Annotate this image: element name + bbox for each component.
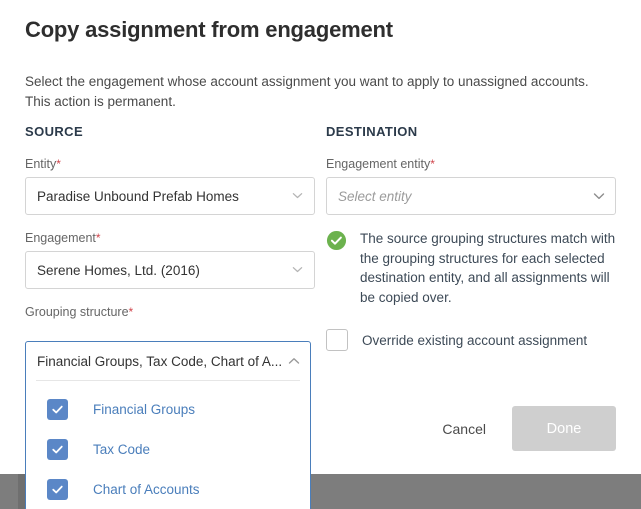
option-checkbox-checked[interactable] — [47, 399, 68, 420]
option-checkbox-checked[interactable] — [47, 439, 68, 460]
chevron-down-icon — [593, 190, 604, 201]
grouping-structure-selected-value[interactable]: Financial Groups, Tax Code, Chart of A..… — [26, 342, 310, 380]
grouping-match-info: The source grouping structures match wit… — [326, 229, 616, 307]
entity-label: Entity* — [25, 157, 315, 171]
required-asterisk: * — [129, 305, 134, 319]
source-column: SOURCE Entity* Paradise Unbound Prefab H… — [25, 124, 315, 325]
engagement-entity-label-text: Engagement entity — [326, 157, 430, 171]
option-label: Tax Code — [93, 442, 150, 457]
modal-actions: Cancel Done — [426, 406, 616, 451]
option-checkbox-checked[interactable] — [47, 479, 68, 500]
entity-select-value: Paradise Unbound Prefab Homes — [37, 189, 239, 204]
cancel-button[interactable]: Cancel — [426, 411, 502, 447]
grouping-structure-label-text: Grouping structure — [25, 305, 129, 319]
grouping-structure-combobox[interactable]: Financial Groups, Tax Code, Chart of A..… — [25, 341, 311, 509]
override-checkbox-label: Override existing account assignment — [362, 333, 587, 348]
entity-select[interactable]: Paradise Unbound Prefab Homes — [25, 177, 315, 215]
override-checkbox[interactable] — [326, 329, 348, 351]
modal-description: Select the engagement whose account assi… — [25, 72, 605, 112]
entity-label-text: Entity — [25, 157, 56, 171]
engagement-entity-select[interactable]: Select entity — [326, 177, 616, 215]
required-asterisk: * — [56, 157, 61, 171]
source-heading: SOURCE — [25, 124, 315, 139]
option-label: Financial Groups — [93, 402, 195, 417]
page-root: Copy assignment from engagement Select t… — [0, 0, 641, 509]
engagement-select-value: Serene Homes, Ltd. (2016) — [37, 263, 200, 278]
chevron-down-icon — [292, 190, 303, 201]
grouping-structure-value-text: Financial Groups, Tax Code, Chart of A..… — [37, 354, 282, 369]
destination-heading: DESTINATION — [326, 124, 616, 139]
engagement-entity-placeholder: Select entity — [338, 189, 412, 204]
required-asterisk: * — [430, 157, 435, 171]
chevron-down-icon — [292, 264, 303, 275]
engagement-label: Engagement* — [25, 231, 315, 245]
done-button[interactable]: Done — [512, 406, 616, 451]
engagement-select[interactable]: Serene Homes, Ltd. (2016) — [25, 251, 315, 289]
grouping-structure-option-list: Financial Groups Tax Code Chart of Accou… — [26, 381, 310, 509]
list-item[interactable]: Financial Groups — [26, 389, 310, 429]
destination-column: DESTINATION Engagement entity* Select en… — [326, 124, 616, 351]
engagement-label-text: Engagement — [25, 231, 96, 245]
list-item[interactable]: Chart of Accounts — [26, 469, 310, 509]
override-checkbox-row[interactable]: Override existing account assignment — [326, 329, 616, 351]
chevron-up-icon[interactable] — [288, 355, 299, 366]
option-label: Chart of Accounts — [93, 482, 200, 497]
list-item[interactable]: Tax Code — [26, 429, 310, 469]
page-title: Copy assignment from engagement — [25, 17, 393, 43]
engagement-entity-label: Engagement entity* — [326, 157, 616, 171]
success-check-circle-icon — [326, 230, 347, 251]
grouping-structure-label: Grouping structure* — [25, 305, 315, 319]
grouping-match-info-text: The source grouping structures match wit… — [360, 229, 616, 307]
required-asterisk: * — [96, 231, 101, 245]
